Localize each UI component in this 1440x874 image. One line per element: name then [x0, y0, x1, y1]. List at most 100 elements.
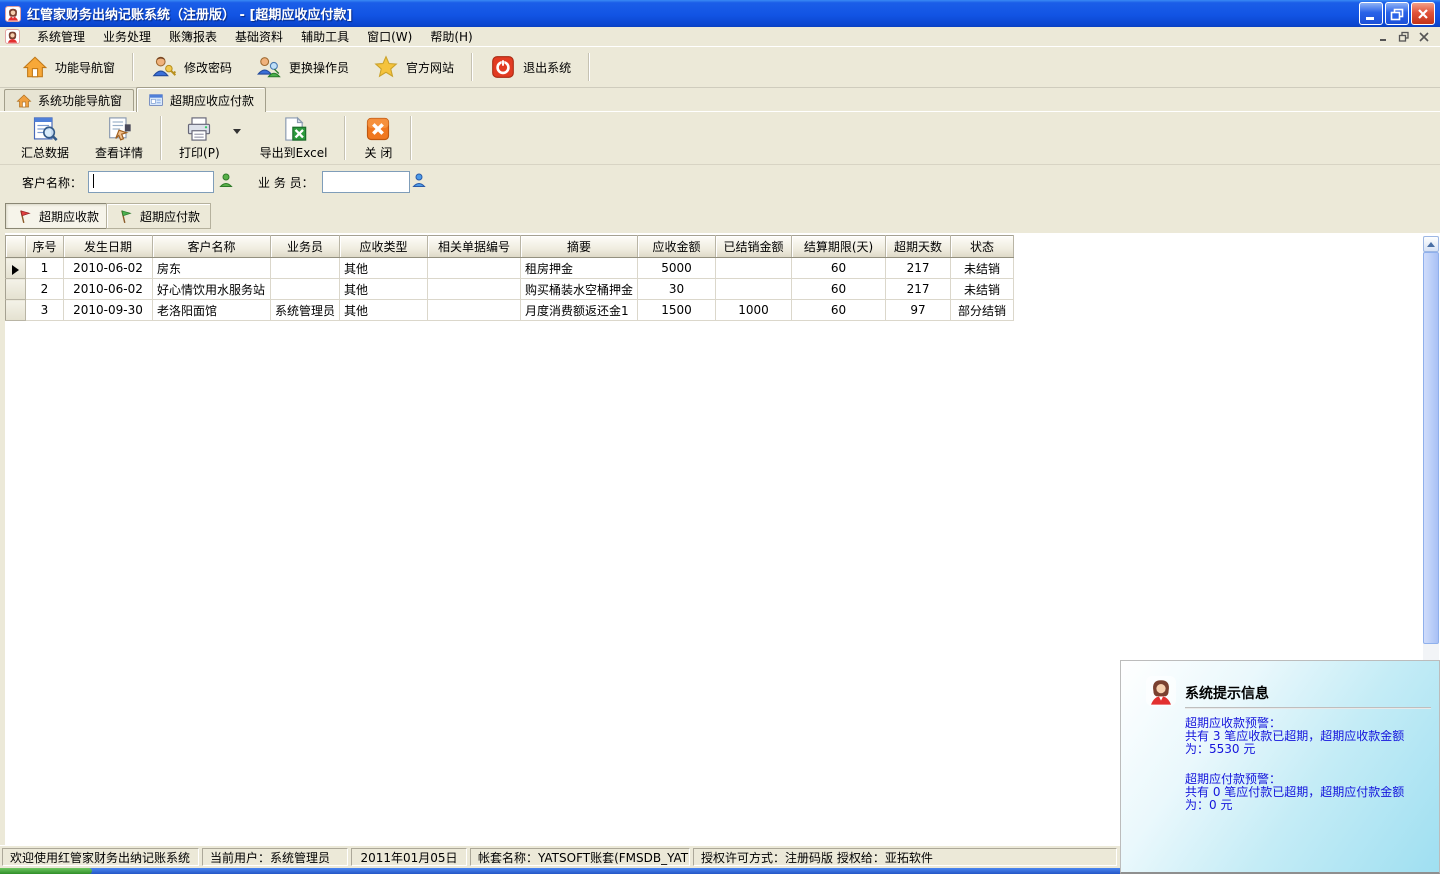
- switch-operator-button[interactable]: 更换操作员: [244, 48, 361, 86]
- cell-doc: [428, 258, 521, 279]
- view-detail-label: 查看详情: [95, 144, 143, 161]
- cell-doc: [428, 279, 521, 300]
- cell-term: 60: [792, 279, 886, 300]
- menu-basedata[interactable]: 基础资料: [226, 27, 292, 46]
- mdi-close-button[interactable]: [1416, 30, 1432, 44]
- red-flag-icon: [16, 208, 33, 225]
- col-seq[interactable]: 序号: [26, 236, 64, 258]
- overdue-payable-view-button[interactable]: 超期应付款: [106, 203, 211, 229]
- notice-body: 超期应收款预警： 共有 3 笔应收款已超期，超期应收款金额 为：5530 元 超…: [1185, 717, 1435, 829]
- table-row[interactable]: 2 2010-06-02 好心情饮用水服务站 其他 购买桶装水空桶押金 30 6…: [6, 279, 1014, 300]
- overdue-receivable-view-button[interactable]: 超期应收款: [5, 203, 110, 229]
- customer-name-input[interactable]: [88, 171, 214, 193]
- window-title: 红管家财务出纳记账系统（注册版） - [超期应收应付款]: [27, 4, 352, 23]
- toolbar-separator: [344, 116, 346, 160]
- star-icon: [373, 54, 399, 80]
- start-button[interactable]: [0, 868, 92, 874]
- title-bar: 红管家财务出纳记账系统（注册版） - [超期应收应付款]: [0, 0, 1440, 27]
- col-settled[interactable]: 已结销金额: [716, 236, 792, 258]
- form-icon: [148, 92, 164, 108]
- mdi-restore-button[interactable]: [1396, 30, 1412, 44]
- salesman-input[interactable]: [322, 171, 410, 193]
- mdi-minimize-button[interactable]: [1376, 30, 1392, 44]
- export-excel-button[interactable]: 导出到Excel: [247, 112, 341, 164]
- minimize-button[interactable]: [1359, 2, 1383, 25]
- col-date[interactable]: 发生日期: [64, 236, 153, 258]
- menu-system[interactable]: 系统管理: [28, 27, 94, 46]
- cell-term: 60: [792, 258, 886, 279]
- cell-type: 其他: [340, 279, 428, 300]
- cell-status: 部分结销: [951, 300, 1014, 321]
- current-row-marker-icon: [12, 265, 19, 275]
- menu-help[interactable]: 帮助(H): [421, 27, 481, 46]
- cell-amount: 30: [638, 279, 716, 300]
- cell-date: 2010-06-02: [64, 279, 153, 300]
- green-flag-icon: [117, 208, 134, 225]
- scroll-up-button[interactable]: [1423, 236, 1439, 252]
- close-button[interactable]: [1411, 2, 1435, 25]
- col-summary[interactable]: 摘要: [521, 236, 638, 258]
- col-salesman[interactable]: 业务员: [271, 236, 340, 258]
- menu-reports[interactable]: 账簿报表: [160, 27, 226, 46]
- tab-nav-window-label: 系统功能导航窗: [38, 92, 122, 109]
- restore-button[interactable]: [1385, 2, 1409, 25]
- nav-window-label: 功能导航窗: [55, 59, 115, 76]
- toolbar-separator: [160, 116, 162, 160]
- toolbar-separator: [410, 116, 412, 160]
- col-type[interactable]: 应收类型: [340, 236, 428, 258]
- row-selector-cell[interactable]: [6, 279, 26, 300]
- summarize-data-button[interactable]: 汇总数据: [8, 112, 82, 164]
- row-selector-cell[interactable]: [6, 258, 26, 279]
- col-term[interactable]: 结算期限(天): [792, 236, 886, 258]
- warning-line: 共有 3 笔应收款已超期，超期应收款金额: [1185, 730, 1435, 743]
- orange-close-icon: [363, 115, 393, 143]
- warning-line: 超期应付款预警：: [1185, 773, 1435, 786]
- exit-system-label: 退出系统: [523, 59, 571, 76]
- tab-nav-window[interactable]: 系统功能导航窗: [4, 89, 134, 111]
- official-website-label: 官方网站: [406, 59, 454, 76]
- export-excel-label: 导出到Excel: [260, 144, 328, 161]
- menu-tools[interactable]: 辅助工具: [292, 27, 358, 46]
- menu-business[interactable]: 业务处理: [94, 27, 160, 46]
- cell-date: 2010-09-30: [64, 300, 153, 321]
- scrollbar-thumb[interactable]: [1423, 252, 1439, 644]
- notice-title: 系统提示信息: [1185, 683, 1269, 703]
- menu-window[interactable]: 窗口(W): [358, 27, 421, 46]
- salesman-picker-icon[interactable]: [411, 172, 427, 188]
- cell-seq: 2: [26, 279, 64, 300]
- table-row[interactable]: 1 2010-06-02 房东 其他 租房押金 5000 60 217 未结销: [6, 258, 1014, 279]
- col-customer[interactable]: 客户名称: [153, 236, 271, 258]
- row-selector-cell[interactable]: [6, 300, 26, 321]
- col-overdue-days[interactable]: 超期天数: [886, 236, 951, 258]
- application-window: 红管家财务出纳记账系统（注册版） - [超期应收应付款] 系统管理 业务处理 账…: [0, 0, 1440, 874]
- tab-overdue-label: 超期应收应付款: [170, 92, 254, 109]
- cell-settled: [716, 279, 792, 300]
- close-page-button[interactable]: 关 闭: [350, 112, 406, 164]
- cell-customer: 房东: [153, 258, 271, 279]
- official-website-button[interactable]: 官方网站: [361, 48, 466, 86]
- status-date: 2011年01月05日: [351, 848, 467, 866]
- cell-customer: 好心情饮用水服务站: [153, 279, 271, 300]
- change-password-button[interactable]: 修改密码: [139, 48, 244, 86]
- system-notice-popup: 系统提示信息 超期应收款预警： 共有 3 笔应收款已超期，超期应收款金额 为：5…: [1120, 660, 1440, 874]
- tab-overdue-receivable-payable[interactable]: 超期应收应付款: [136, 87, 266, 112]
- col-doc-no[interactable]: 相关单据编号: [428, 236, 521, 258]
- filter-row: 客户名称： 业 务 员：: [0, 168, 1440, 198]
- print-dropdown-arrow-icon[interactable]: [233, 129, 241, 134]
- print-label: 打印(P): [179, 144, 220, 161]
- receivable-warning: 超期应收款预警： 共有 3 笔应收款已超期，超期应收款金额 为：5530 元: [1185, 717, 1435, 756]
- col-status[interactable]: 状态: [951, 236, 1014, 258]
- main-toolbar: 功能导航窗 修改密码 更换操作员 官方网站 退出系统: [0, 46, 1440, 88]
- cell-overdue: 217: [886, 258, 951, 279]
- status-welcome: 欢迎使用红管家财务出纳记账系统: [2, 848, 199, 866]
- customer-picker-icon[interactable]: [218, 172, 234, 188]
- col-amount[interactable]: 应收金额: [638, 236, 716, 258]
- detail-hand-icon: [104, 115, 134, 143]
- exit-system-button[interactable]: 退出系统: [478, 48, 583, 86]
- print-button[interactable]: 打印(P): [166, 112, 233, 164]
- table-row[interactable]: 3 2010-09-30 老洛阳面馆 系统管理员 其他 月度消费额返还金1 15…: [6, 300, 1014, 321]
- toolbar-separator: [471, 53, 473, 81]
- nav-window-button[interactable]: 功能导航窗: [10, 48, 127, 86]
- excel-icon: [279, 115, 309, 143]
- view-detail-button[interactable]: 查看详情: [82, 112, 156, 164]
